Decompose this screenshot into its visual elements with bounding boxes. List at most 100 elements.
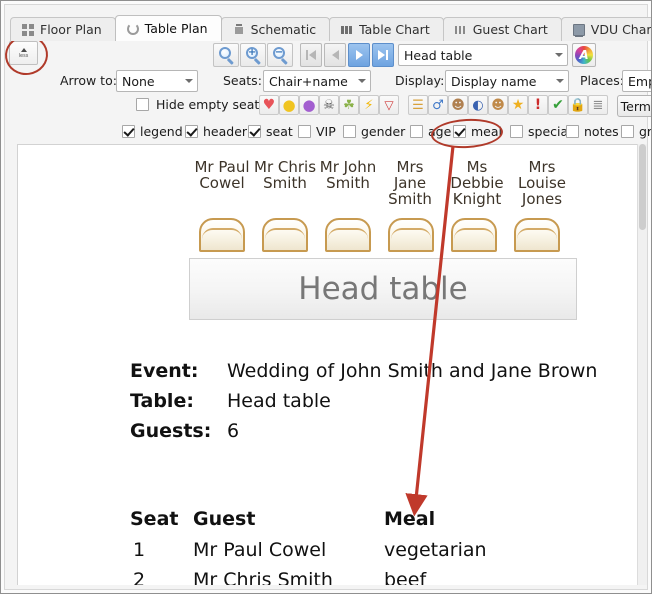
gender-button[interactable]: ♂ xyxy=(428,95,448,115)
seating-split-button[interactable]: ◐ xyxy=(468,95,488,115)
grid-four-icon xyxy=(22,23,34,36)
column-header-seat: Seat xyxy=(130,508,179,530)
chair-5[interactable] xyxy=(451,218,497,252)
display-combo[interactable]: Display name xyxy=(445,70,569,92)
chevron-down-icon[interactable] xyxy=(551,45,567,65)
special-checkbox[interactable] xyxy=(510,125,523,138)
check-button[interactable]: ✔ xyxy=(548,95,568,115)
exclamation-icon: ! xyxy=(534,97,542,113)
age-checkbox[interactable] xyxy=(410,125,423,138)
guests-value: 6 xyxy=(227,420,240,442)
zoom-in-button[interactable]: + xyxy=(240,43,266,67)
triangle-left-icon xyxy=(309,50,316,60)
nav-last-button[interactable] xyxy=(372,43,394,67)
notes-checkbox[interactable] xyxy=(566,125,579,138)
table-plan-canvas[interactable]: Mr Paul Cowel Mr Chris Smith Mr John Smi… xyxy=(17,144,637,585)
tab-table-chart[interactable]: Table Chart xyxy=(329,17,444,41)
seats-label: Seats: xyxy=(223,73,262,88)
seat-name-1[interactable]: Mr Paul Cowel xyxy=(191,159,253,191)
triangle-left-icon xyxy=(331,50,339,60)
lightning-button[interactable]: ⚡ xyxy=(359,95,379,115)
group-checkbox[interactable] xyxy=(621,125,634,138)
chevron-down-icon[interactable] xyxy=(552,71,568,91)
list-button[interactable]: ≣ xyxy=(588,95,608,115)
magnifier-plus-icon: + xyxy=(246,47,258,59)
nav-next-button[interactable] xyxy=(348,43,370,67)
heart-icon: ♥ xyxy=(262,97,276,113)
lock-button[interactable]: 🔒 xyxy=(568,95,588,115)
group-people-button[interactable]: ☻ xyxy=(448,95,468,115)
tab-guest-chart[interactable]: Guest Chart xyxy=(442,17,562,41)
seat-name-4[interactable]: Mrs Jane Smith xyxy=(386,159,434,207)
skull-button[interactable]: ☠ xyxy=(319,95,339,115)
star-button[interactable]: ★ xyxy=(508,95,528,115)
tab-label: Schematic xyxy=(250,22,317,37)
nav-first-button[interactable] xyxy=(300,43,322,67)
star-icon: ★ xyxy=(511,97,525,113)
display-value: Display name xyxy=(451,73,537,89)
table-selector-combo[interactable]: Head table xyxy=(398,44,568,66)
chair-2[interactable] xyxy=(262,218,308,252)
chevron-down-icon[interactable] xyxy=(181,71,197,91)
legend-bars-icon: ☰ xyxy=(412,97,424,113)
scrollbar-thumb[interactable] xyxy=(639,144,646,230)
smiley-yellow-button[interactable]: ● xyxy=(279,95,299,115)
meal-checkbox[interactable] xyxy=(453,125,466,138)
smiley-yellow-icon: ● xyxy=(282,95,296,114)
seat-name-3[interactable]: Mr John Smith xyxy=(317,159,379,191)
person-add-button[interactable]: ☻ xyxy=(488,95,508,115)
arrow-to-combo[interactable]: None xyxy=(116,70,198,92)
zoom-fit-button[interactable] xyxy=(213,43,239,67)
tab-bar: Floor Plan Table Plan Schematic Table Ch… xyxy=(10,15,651,41)
martini-button[interactable]: ▽ xyxy=(379,95,399,115)
hide-empty-seats-checkbox[interactable] xyxy=(136,98,149,111)
magnifier-minus-icon: − xyxy=(273,47,285,59)
tab-table-plan[interactable]: Table Plan xyxy=(114,15,222,41)
bars-three-icon xyxy=(341,23,354,36)
chair-3[interactable] xyxy=(325,218,371,252)
vip-checkbox[interactable] xyxy=(298,125,311,138)
tab-floor-plan[interactable]: Floor Plan xyxy=(10,17,116,41)
tab-vdu-chart[interactable]: VDU Chart xyxy=(560,17,651,41)
group-people-icon: ☻ xyxy=(451,97,465,113)
bars-three-light-icon xyxy=(454,23,467,36)
seat-checkbox[interactable] xyxy=(248,125,261,138)
seat-name-2[interactable]: Mr Chris Smith xyxy=(254,159,316,191)
hide-empty-seats-label: Hide empty seats xyxy=(156,97,266,112)
terms-button[interactable]: Terms... xyxy=(617,95,651,117)
chair-4[interactable] xyxy=(388,218,434,252)
triangle-right-icon xyxy=(378,50,385,60)
toolbar-row-icons: Hide empty seats ♥ ● ● ☠ ☘ ⚡ ▽ ☰ ♂ ☻ ◐ ☻… xyxy=(10,95,651,119)
header-checkbox[interactable] xyxy=(185,125,198,138)
heart-icon-button[interactable]: ♥ xyxy=(259,95,279,115)
tab-schematic[interactable]: Schematic xyxy=(220,17,331,41)
chair-6[interactable] xyxy=(514,218,560,252)
table-label: Table: xyxy=(130,390,194,412)
colour-scheme-button[interactable] xyxy=(572,43,596,67)
circle-dashed-icon xyxy=(126,22,139,35)
smiley-purple-button[interactable]: ● xyxy=(299,95,319,115)
seat-name-6[interactable]: Mrs Louise Jones xyxy=(511,159,573,207)
vertical-scrollbar[interactable] xyxy=(637,144,647,585)
gender-checkbox[interactable] xyxy=(343,125,356,138)
notes-label: notes xyxy=(584,124,619,139)
zoom-in-symbol: + xyxy=(247,47,257,58)
places-combo[interactable]: Empty xyxy=(622,70,651,92)
seats-combo[interactable]: Chair+name xyxy=(263,70,371,92)
zoom-out-button[interactable]: − xyxy=(267,43,293,67)
first-bar-icon xyxy=(306,50,308,60)
exclamation-button[interactable]: ! xyxy=(528,95,548,115)
display-label: Display: xyxy=(395,73,445,88)
column-header-guest: Guest xyxy=(193,508,256,530)
vip-label: VIP xyxy=(316,124,336,139)
martini-icon: ▽ xyxy=(384,98,394,112)
legend-checkbox[interactable] xyxy=(122,125,135,138)
age-label: age xyxy=(428,124,452,139)
chair-1[interactable] xyxy=(199,218,245,252)
cocktail-button[interactable]: ☘ xyxy=(339,95,359,115)
legend-bars-button[interactable]: ☰ xyxy=(408,95,428,115)
seat-name-5[interactable]: Ms Debbie Knight xyxy=(446,159,508,207)
table-shape[interactable]: Head table xyxy=(189,258,577,320)
chevron-down-icon[interactable] xyxy=(354,71,370,91)
nav-prev-button[interactable] xyxy=(324,43,346,67)
